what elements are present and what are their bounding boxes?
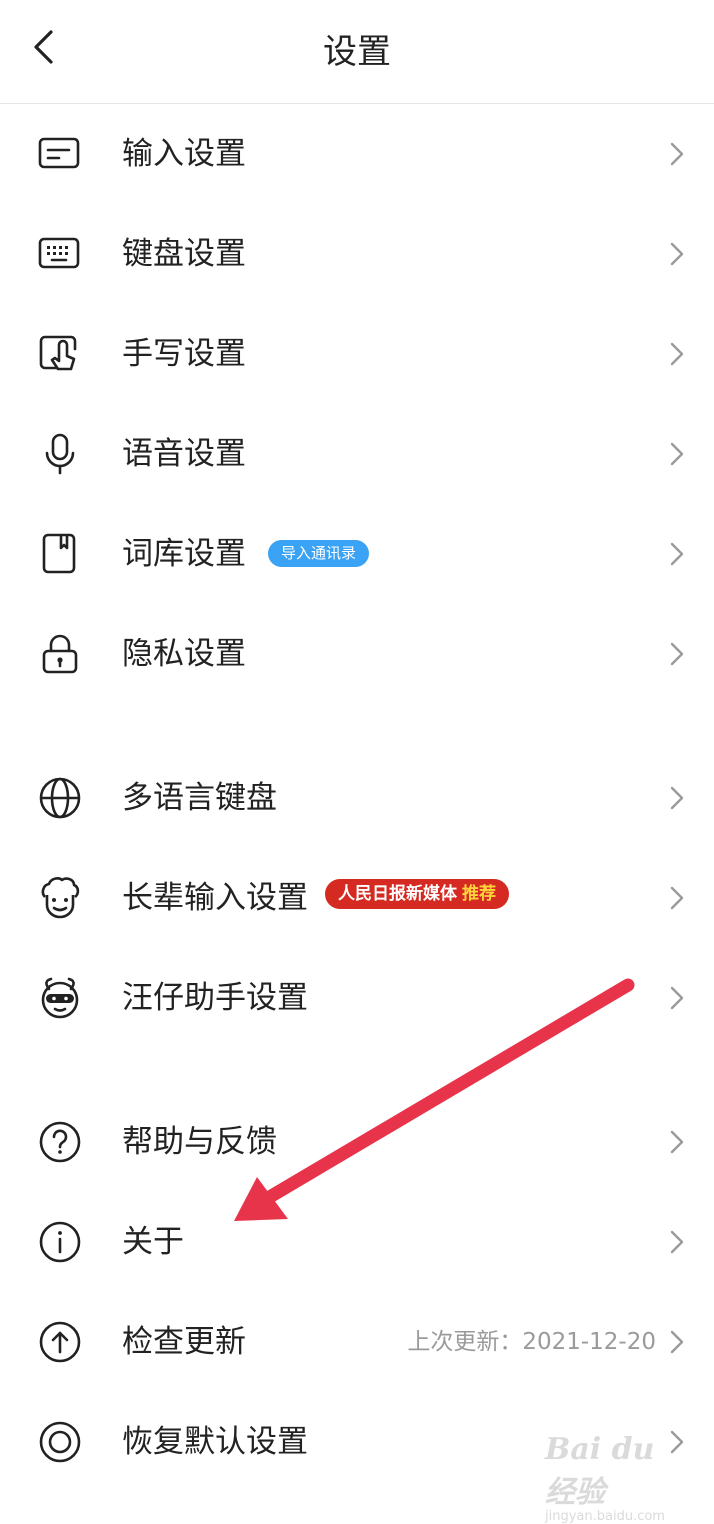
watermark-url: jingyan.baidu.com bbox=[545, 1509, 665, 1524]
watermark-brand: Bai du 经验 bbox=[545, 1432, 655, 1510]
baidu-jingyan-watermark: Bai du 经验 jingyan.baidu.com bbox=[545, 1432, 685, 1524]
annotation-arrow bbox=[234, 978, 635, 1221]
